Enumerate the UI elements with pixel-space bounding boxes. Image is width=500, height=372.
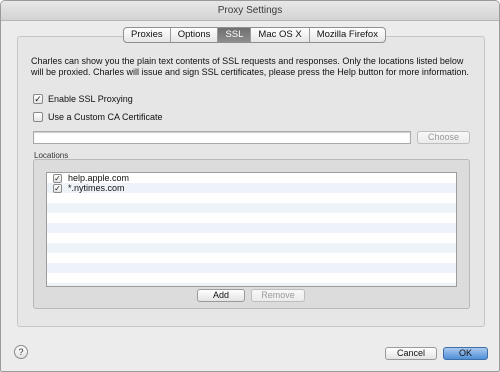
choose-button[interactable]: Choose xyxy=(417,131,470,144)
remove-button[interactable]: Remove xyxy=(251,289,305,302)
empty-row xyxy=(47,233,456,243)
empty-row xyxy=(47,223,456,233)
empty-row xyxy=(47,243,456,253)
proxy-settings-window: Proxy Settings Proxies Options SSL Mac O… xyxy=(0,0,500,372)
empty-row xyxy=(47,253,456,263)
custom-ca-label: Use a Custom CA Certificate xyxy=(48,112,163,122)
cancel-button[interactable]: Cancel xyxy=(385,347,437,360)
empty-row xyxy=(47,283,456,286)
custom-ca-row[interactable]: Use a Custom CA Certificate xyxy=(33,112,163,122)
tab-mozilla-firefox[interactable]: Mozilla Firefox xyxy=(310,28,385,42)
tab-ssl[interactable]: SSL xyxy=(218,28,252,42)
add-button[interactable]: Add xyxy=(197,289,245,302)
location-checkbox[interactable]: ✓ xyxy=(53,173,62,183)
locations-table[interactable]: ✓ help.apple.com ✓ *.nytimes.com xyxy=(46,172,457,287)
empty-row xyxy=(47,203,456,213)
window-title: Proxy Settings xyxy=(1,1,499,21)
empty-row xyxy=(47,273,456,283)
tab-bar: Proxies Options SSL Mac OS X Mozilla Fir… xyxy=(123,27,386,43)
enable-ssl-checkbox[interactable]: ✓ xyxy=(33,94,43,104)
table-row[interactable]: ✓ help.apple.com xyxy=(47,173,456,183)
empty-row xyxy=(47,193,456,203)
tab-options[interactable]: Options xyxy=(171,28,219,42)
ssl-description: Charles can show you the plain text cont… xyxy=(31,56,469,77)
empty-row xyxy=(47,213,456,223)
table-row[interactable]: ✓ *.nytimes.com xyxy=(47,183,456,193)
ok-button[interactable]: OK xyxy=(443,347,488,360)
tab-mac-os-x[interactable]: Mac OS X xyxy=(251,28,310,42)
custom-ca-checkbox[interactable] xyxy=(33,112,43,122)
enable-ssl-row[interactable]: ✓ Enable SSL Proxying xyxy=(33,94,133,104)
certificate-path-input[interactable] xyxy=(33,131,411,144)
location-host: help.apple.com xyxy=(68,173,130,183)
location-checkbox[interactable]: ✓ xyxy=(53,183,62,193)
location-host: *.nytimes.com xyxy=(68,183,125,193)
empty-row xyxy=(47,263,456,273)
enable-ssl-label: Enable SSL Proxying xyxy=(48,94,133,104)
help-button[interactable]: ? xyxy=(14,345,28,359)
tab-proxies[interactable]: Proxies xyxy=(124,28,171,42)
